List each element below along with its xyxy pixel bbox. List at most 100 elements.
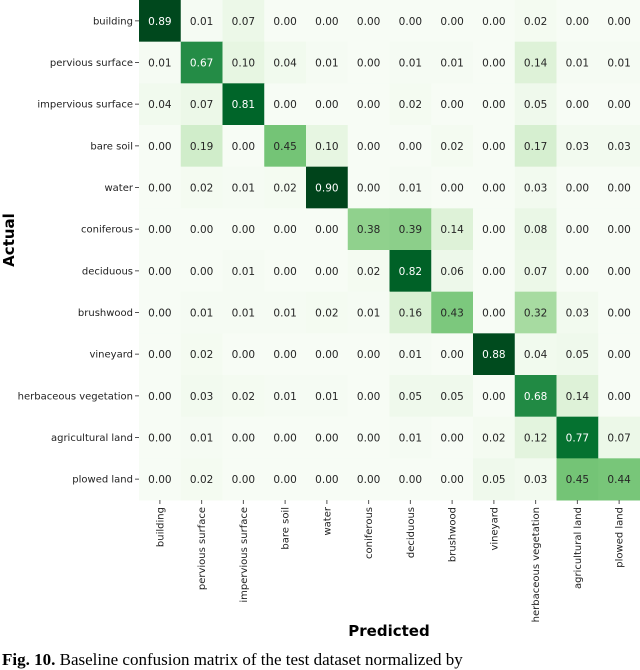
heatmap-cell-value: 0.00 bbox=[607, 308, 630, 320]
heatmap-cell-value: 0.00 bbox=[315, 99, 338, 111]
heatmap-cell-value: 0.00 bbox=[273, 266, 296, 278]
heatmap-cell-value: 0.00 bbox=[357, 474, 380, 486]
heatmap-cell-value: 0.32 bbox=[524, 308, 547, 320]
heatmap-cell-value: 0.00 bbox=[607, 99, 630, 111]
heatmap-cell-value: 0.01 bbox=[232, 266, 255, 278]
heatmap-cell-value: 0.00 bbox=[566, 266, 589, 278]
heatmap-cell-value: 0.00 bbox=[357, 99, 380, 111]
heatmap-cell-value: 0.00 bbox=[148, 224, 171, 236]
heatmap-cell-value: 0.00 bbox=[315, 266, 338, 278]
heatmap-cell-value: 0.00 bbox=[232, 141, 255, 153]
heatmap-cell-value: 0.00 bbox=[357, 183, 380, 195]
heatmap-cell-value: 0.00 bbox=[357, 58, 380, 70]
heatmap-cell-value: 0.38 bbox=[357, 224, 380, 236]
heatmap-cell-value: 0.02 bbox=[315, 308, 338, 320]
heatmap-cell-value: 0.05 bbox=[524, 99, 547, 111]
heatmap-cell-value: 0.01 bbox=[232, 308, 255, 320]
heatmap-cell-value: 0.00 bbox=[399, 474, 422, 486]
x-tick-label: agricultural land bbox=[573, 507, 584, 589]
y-tick-label: plowed land bbox=[72, 475, 133, 486]
figure-caption-text: Baseline confusion matrix of the test da… bbox=[59, 650, 463, 669]
heatmap-cell-value: 0.00 bbox=[232, 224, 255, 236]
heatmap-cell-value: 0.07 bbox=[524, 266, 547, 278]
heatmap-cells bbox=[139, 0, 640, 501]
heatmap-cell-value: 0.04 bbox=[524, 349, 548, 361]
heatmap-cell-value: 0.00 bbox=[566, 16, 589, 28]
heatmap-cell-value: 0.01 bbox=[190, 308, 213, 320]
heatmap-cell-value: 0.01 bbox=[399, 58, 422, 70]
heatmap-cell-value: 0.82 bbox=[399, 266, 422, 278]
heatmap-cell-value: 0.77 bbox=[566, 433, 589, 445]
heatmap-cell-value: 0.01 bbox=[232, 183, 255, 195]
heatmap-cell-value: 0.00 bbox=[482, 391, 505, 403]
heatmap-cell-value: 0.00 bbox=[357, 391, 380, 403]
heatmap-cell-value: 0.03 bbox=[566, 141, 589, 153]
heatmap-cell-value: 0.00 bbox=[148, 266, 171, 278]
heatmap-cell-value: 0.16 bbox=[399, 308, 423, 320]
x-axis-title: Predicted bbox=[348, 622, 429, 640]
heatmap-cell-value: 0.03 bbox=[190, 391, 213, 403]
heatmap-cell-value: 0.02 bbox=[232, 391, 255, 403]
heatmap-cell-value: 0.10 bbox=[315, 141, 338, 153]
heatmap-cell-value: 0.00 bbox=[273, 16, 296, 28]
x-tick-label: pervious surface bbox=[197, 507, 208, 590]
heatmap-cell-value: 0.00 bbox=[148, 474, 171, 486]
x-tick-label: building bbox=[155, 507, 166, 547]
x-tick-label: water bbox=[322, 506, 333, 535]
heatmap-cell-value: 0.00 bbox=[357, 16, 380, 28]
heatmap-cell-value: 0.00 bbox=[232, 433, 255, 445]
heatmap-cell-value: 0.00 bbox=[482, 99, 505, 111]
heatmap-cell-value: 0.00 bbox=[273, 474, 296, 486]
y-tick-label: brushwood bbox=[78, 308, 133, 319]
heatmap-cell-value: 0.12 bbox=[524, 433, 547, 445]
heatmap-cell-value: 0.01 bbox=[440, 58, 463, 70]
heatmap-cell-value: 0.00 bbox=[148, 433, 171, 445]
heatmap-cell-value: 0.00 bbox=[315, 433, 338, 445]
figure-caption-label: Fig. 10. bbox=[2, 650, 56, 669]
heatmap-cell-value: 0.01 bbox=[273, 391, 296, 403]
x-tick-label: bare soil bbox=[281, 507, 292, 550]
heatmap-cell-value: 0.00 bbox=[232, 474, 255, 486]
heatmap-cell-value: 0.01 bbox=[148, 58, 171, 70]
y-tick-label: coniferous bbox=[81, 225, 133, 236]
heatmap-cell-value: 0.00 bbox=[566, 224, 589, 236]
heatmap-cell-value: 0.00 bbox=[357, 349, 380, 361]
heatmap-cell-value: 0.00 bbox=[273, 99, 296, 111]
heatmap-cell-value: 0.00 bbox=[440, 433, 463, 445]
y-tick-label: deciduous bbox=[82, 266, 133, 277]
y-axis-ticks: building pervious surface impervious surfa… bbox=[18, 16, 139, 486]
heatmap-cell-value: 0.02 bbox=[524, 16, 547, 28]
y-tick-label: herbaceous vegetation bbox=[18, 391, 133, 402]
heatmap-cell-value: 0.03 bbox=[524, 474, 547, 486]
heatmap-cell-value: 0.01 bbox=[399, 183, 422, 195]
heatmap-cell-value: 0.01 bbox=[607, 58, 630, 70]
heatmap-cell-value: 0.01 bbox=[399, 349, 422, 361]
heatmap-cell-value: 0.00 bbox=[190, 224, 213, 236]
figure-caption: Fig. 10. Baseline confusion matrix of th… bbox=[2, 650, 640, 670]
heatmap-cell-value: 0.00 bbox=[315, 224, 338, 236]
heatmap-cell-value: 0.00 bbox=[190, 266, 213, 278]
heatmap-cell-value: 0.00 bbox=[482, 266, 505, 278]
heatmap-cell-value: 0.02 bbox=[190, 474, 213, 486]
heatmap-cell-value: 0.14 bbox=[440, 224, 464, 236]
heatmap-cell-value: 0.88 bbox=[482, 349, 505, 361]
heatmap-cell-value: 0.04 bbox=[273, 58, 297, 70]
heatmap-cell-value: 0.05 bbox=[482, 474, 505, 486]
heatmap-cell-value: 0.00 bbox=[399, 141, 422, 153]
heatmap-cell-value: 0.00 bbox=[482, 224, 505, 236]
heatmap-cell-value: 0.02 bbox=[357, 266, 380, 278]
heatmap-cell-value: 0.00 bbox=[399, 16, 422, 28]
y-tick-label: pervious surface bbox=[50, 58, 133, 69]
heatmap-cell-value: 0.00 bbox=[357, 433, 380, 445]
heatmap-cell-value: 0.07 bbox=[190, 99, 213, 111]
x-tick-label: herbaceous vegetation bbox=[531, 507, 542, 622]
heatmap-cell-value: 0.02 bbox=[190, 349, 213, 361]
heatmap-cell-value: 0.39 bbox=[399, 224, 422, 236]
heatmap-cell-value: 0.05 bbox=[566, 349, 589, 361]
heatmap-cell-value: 0.00 bbox=[148, 141, 171, 153]
heatmap-cell-value: 0.02 bbox=[440, 141, 463, 153]
heatmap-cell-value: 0.00 bbox=[148, 391, 171, 403]
heatmap-cell-value: 0.03 bbox=[524, 183, 547, 195]
heatmap-cell-value: 0.90 bbox=[315, 183, 338, 195]
heatmap-cell-value: 0.04 bbox=[148, 99, 172, 111]
